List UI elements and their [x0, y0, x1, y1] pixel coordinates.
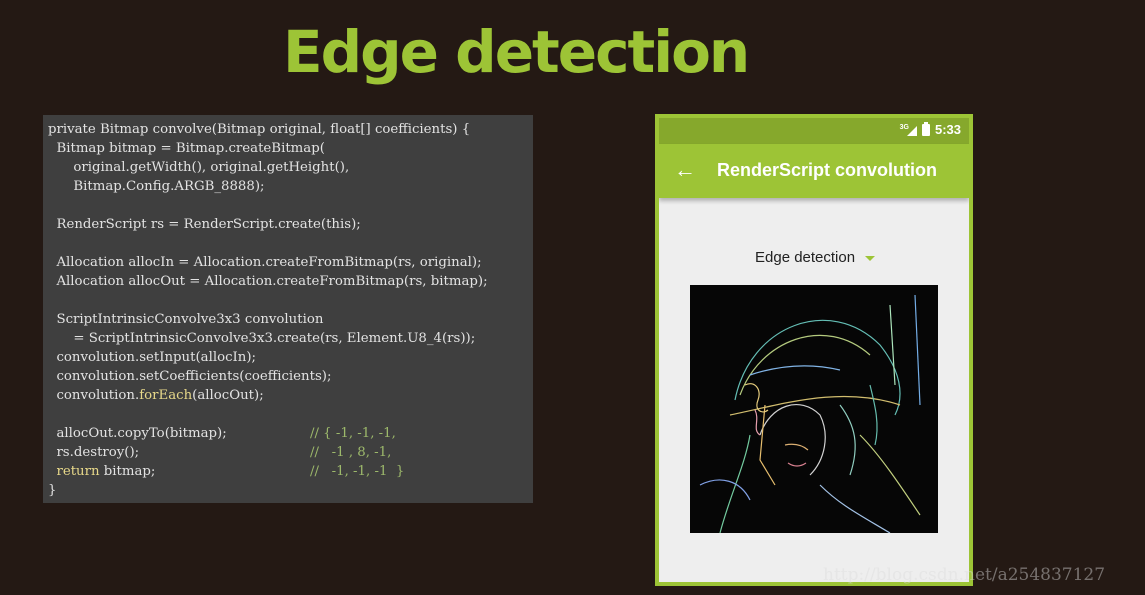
code-line: convolution.forEach(allocOut);	[48, 386, 533, 405]
spinner-selected: Edge detection	[755, 249, 856, 266]
status-bar: 3G 5:33	[659, 118, 969, 144]
code-method: forEach	[139, 388, 193, 403]
code-line: convolution.setInput(allocIn);	[48, 350, 257, 365]
app-toolbar: ← RenderScript convolution	[659, 144, 969, 198]
code-line: convolution.setCoefficients(coefficients…	[48, 369, 332, 384]
code-text: rs.destroy();	[48, 445, 140, 460]
code-comment: // { -1, -1, -1,	[310, 426, 396, 441]
code-line: Allocation allocOut = Allocation.createF…	[48, 274, 488, 289]
arrow-back-icon[interactable]: ←	[673, 158, 697, 182]
app-screen: 3G 5:33 ← RenderScript convolution Edge …	[659, 118, 969, 582]
code-text: bitmap;	[99, 464, 156, 479]
code-line: }	[48, 483, 57, 498]
code-comment: // -1 , 8, -1,	[310, 445, 392, 460]
code-line: original.getWidth(), original.getHeight(…	[48, 160, 350, 175]
signal-icon: 3G	[900, 124, 917, 136]
code-line: rs.destroy(); // -1 , 8, -1,	[48, 443, 533, 462]
code-text: (allocOut);	[192, 388, 264, 403]
dropdown-caret-icon	[865, 256, 876, 261]
code-comment: // -1, -1, -1 }	[310, 464, 405, 479]
code-line: return bitmap; // -1, -1, -1 }	[48, 462, 533, 481]
phone-screenshot: 3G 5:33 ← RenderScript convolution Edge …	[655, 114, 973, 586]
slide-title: Edge detection	[283, 18, 750, 86]
status-time: 5:33	[934, 122, 961, 137]
signal-triangle-icon	[906, 125, 917, 136]
filter-spinner[interactable]: Edge detection	[755, 249, 876, 266]
code-line: allocOut.copyTo(bitmap); // { -1, -1, -1,	[48, 424, 533, 443]
toolbar-title: RenderScript convolution	[717, 160, 938, 180]
code-text: allocOut.copyTo(bitmap);	[48, 426, 227, 441]
code-line: Bitmap.Config.ARGB_8888);	[48, 179, 265, 194]
edge-detected-image	[690, 285, 938, 534]
code-line: ScriptIntrinsicConvolve3x3 convolution	[48, 312, 324, 327]
code-line: Allocation allocIn = Allocation.createFr…	[48, 255, 482, 270]
code-text: convolution.	[48, 388, 140, 403]
code-line: RenderScript rs = RenderScript.create(th…	[48, 217, 361, 232]
code-line: private Bitmap convolve(Bitmap original,…	[48, 122, 471, 137]
code-line: Bitmap bitmap = Bitmap.createBitmap(	[48, 141, 325, 156]
watermark: http://blog.csdn.net/a254837127	[823, 565, 1106, 585]
code-keyword: return	[56, 464, 100, 479]
code-line: = ScriptIntrinsicConvolve3x3.create(rs, …	[48, 331, 476, 346]
edge-detected-photo-icon	[690, 285, 938, 534]
status-icons: 3G 5:33	[900, 121, 961, 137]
battery-icon	[921, 121, 930, 136]
code-block: private Bitmap convolve(Bitmap original,…	[43, 115, 533, 503]
